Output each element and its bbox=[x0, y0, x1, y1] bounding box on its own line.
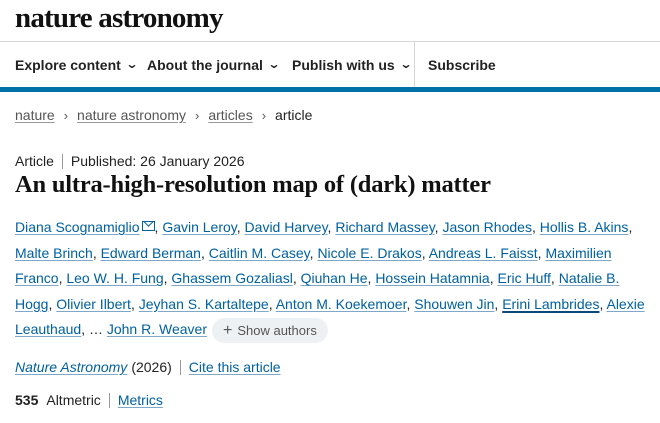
nav-subscribe[interactable]: Subscribe bbox=[428, 42, 496, 88]
breadcrumb-articles[interactable]: articles bbox=[208, 107, 252, 123]
journal-divider bbox=[179, 359, 181, 375]
nav-publish-with-us-label: Publish with us bbox=[292, 57, 395, 73]
chevron-down-icon: ⌄ bbox=[399, 57, 413, 71]
author-link[interactable]: Shouwen Jin bbox=[414, 296, 494, 312]
nav-subscribe-label: Subscribe bbox=[428, 57, 496, 73]
accent-bar bbox=[0, 87, 660, 92]
breadcrumb-nature-astronomy[interactable]: nature astronomy bbox=[77, 107, 186, 123]
nav-divider bbox=[414, 42, 415, 88]
chevron-right-icon: › bbox=[195, 107, 200, 123]
show-authors-label: Show authors bbox=[237, 322, 317, 338]
author-link[interactable]: Hossein Hatamnia bbox=[375, 270, 489, 286]
author-link[interactable]: David Harvey bbox=[245, 219, 328, 235]
altmetric-label: Altmetric bbox=[46, 392, 101, 408]
main-nav: Explore content ⌄ About the journal ⌄ Pu… bbox=[0, 42, 660, 88]
author-link[interactable]: Ghassem Gozaliasl bbox=[171, 270, 292, 286]
author-link[interactable]: Edward Berman bbox=[101, 245, 201, 261]
article-title: An ultra-high-resolution map of (dark) m… bbox=[15, 171, 491, 198]
author-link[interactable]: Andreas L. Faisst bbox=[429, 245, 538, 261]
author-link[interactable]: Jeyhan S. Kartaltepe bbox=[139, 296, 269, 312]
publication-year: (2026) bbox=[131, 359, 172, 375]
altmetric-score: 535 bbox=[15, 392, 39, 408]
author-link[interactable]: Eric Huff bbox=[497, 270, 550, 286]
show-authors-button[interactable]: + Show authors bbox=[211, 318, 328, 344]
author-link[interactable]: Hollis B. Akins bbox=[540, 219, 629, 235]
breadcrumb: nature › nature astronomy › articles › a… bbox=[15, 107, 312, 123]
article-metrics: 535 Altmetric Metrics bbox=[15, 392, 163, 408]
journal-logo[interactable]: nature astronomy bbox=[15, 2, 223, 35]
envelope-icon[interactable] bbox=[141, 221, 155, 231]
author-link[interactable]: Nicole E. Drakos bbox=[317, 245, 421, 261]
journal-info: Nature Astronomy (2026) Cite this articl… bbox=[15, 359, 281, 375]
author-list: Diana Scognamiglio, Gavin Leroy, David H… bbox=[15, 215, 645, 344]
author-link[interactable]: Qiuhan He bbox=[301, 270, 368, 286]
article-type: Article bbox=[15, 153, 54, 169]
chevron-right-icon: › bbox=[63, 107, 69, 123]
author-link[interactable]: Olivier Ilbert bbox=[56, 296, 131, 312]
meta-divider bbox=[61, 153, 63, 169]
author-link[interactable]: Jason Rhodes bbox=[442, 219, 532, 235]
plus-icon: + bbox=[222, 321, 233, 339]
author-link[interactable]: Diana Scognamiglio bbox=[15, 219, 140, 235]
breadcrumb-current: article bbox=[275, 107, 313, 123]
published-date: Published: 26 January 2026 bbox=[70, 153, 245, 169]
nav-about-journal-label: About the journal bbox=[147, 57, 263, 73]
author-link[interactable]: Anton M. Koekemoer bbox=[276, 296, 407, 312]
author-link[interactable]: John R. Weaver bbox=[107, 321, 207, 337]
metrics-link[interactable]: Metrics bbox=[118, 392, 163, 408]
chevron-down-icon: ⌄ bbox=[125, 57, 139, 71]
nav-explore-content-label: Explore content bbox=[15, 57, 121, 73]
article-meta: Article Published: 26 January 2026 bbox=[15, 153, 244, 169]
author-link-focused[interactable]: Erini Lambrides bbox=[502, 296, 599, 312]
chevron-right-icon: › bbox=[261, 107, 267, 123]
cite-article-link[interactable]: Cite this article bbox=[189, 359, 281, 375]
author-link[interactable]: Leo W. H. Fung bbox=[66, 270, 163, 286]
breadcrumb-nature[interactable]: nature bbox=[15, 107, 55, 123]
author-link[interactable]: Gavin Leroy bbox=[162, 219, 236, 235]
nav-publish-with-us[interactable]: Publish with us ⌄ bbox=[292, 42, 413, 88]
nav-about-journal[interactable]: About the journal ⌄ bbox=[147, 42, 281, 88]
author-link[interactable]: Richard Massey bbox=[335, 219, 434, 235]
author-link[interactable]: Caitlin M. Casey bbox=[209, 245, 310, 261]
chevron-down-icon: ⌄ bbox=[267, 57, 281, 71]
site-header: nature astronomy Explore content ⌄ About… bbox=[0, 0, 660, 92]
author-ellipsis: … bbox=[88, 321, 103, 338]
author-link[interactable]: Malte Brinch bbox=[15, 245, 93, 261]
journal-link[interactable]: Nature Astronomy bbox=[15, 359, 127, 375]
nav-explore-content[interactable]: Explore content ⌄ bbox=[15, 42, 139, 88]
metrics-divider bbox=[108, 392, 110, 408]
